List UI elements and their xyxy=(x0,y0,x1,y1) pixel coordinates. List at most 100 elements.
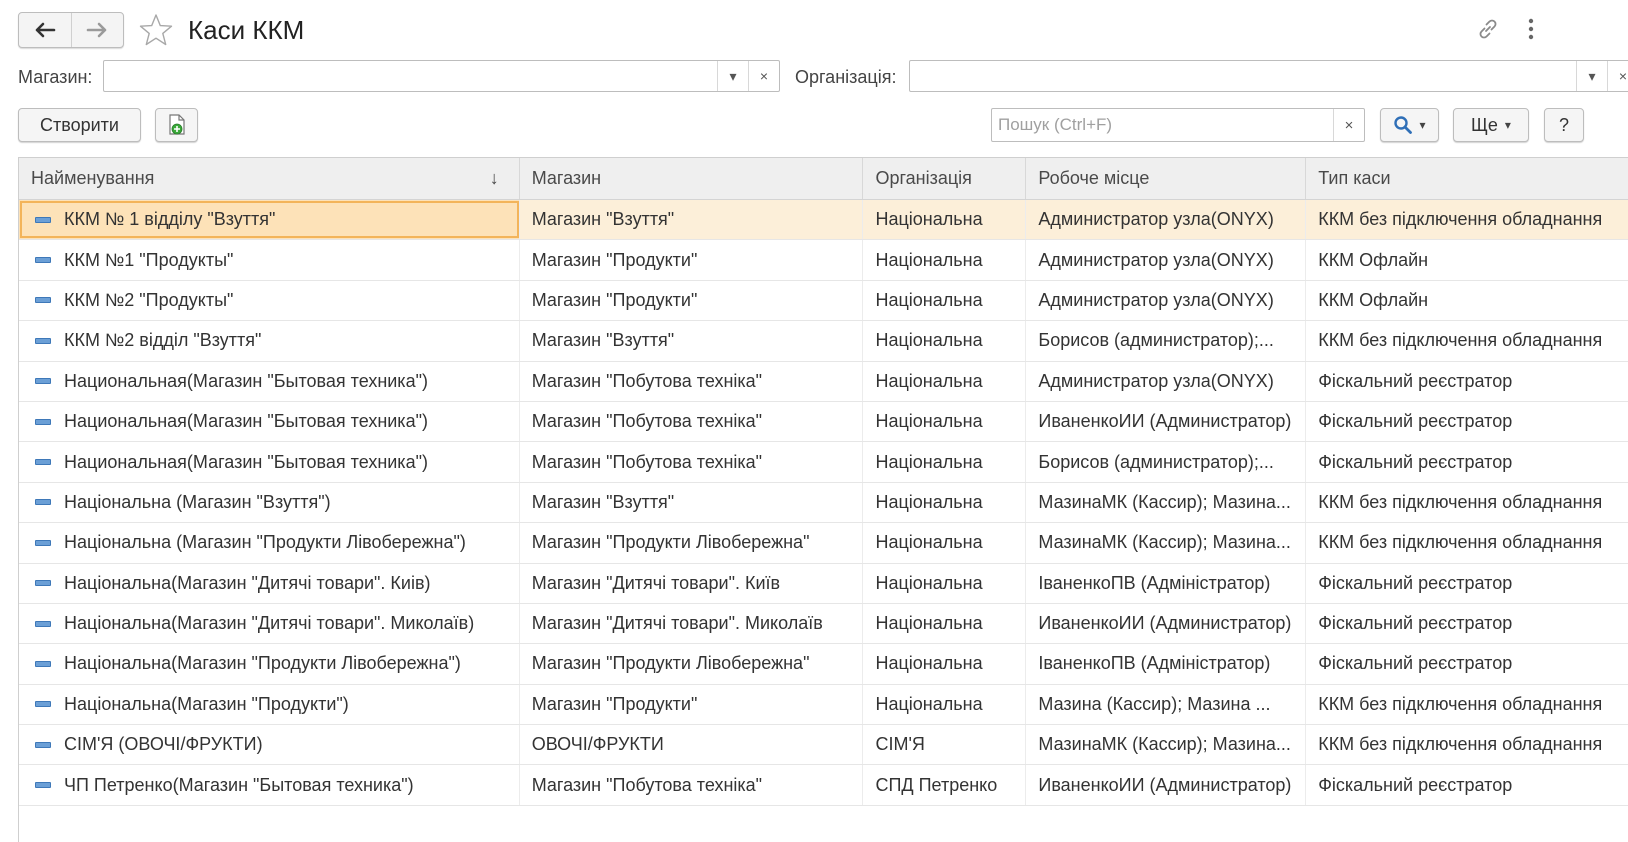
store-clear-button[interactable]: × xyxy=(748,61,779,91)
org-dropdown-button[interactable]: ▾ xyxy=(1576,61,1607,91)
cell-organization[interactable]: Національна xyxy=(863,563,1027,603)
cell-organization[interactable]: СІМ'Я xyxy=(863,725,1027,765)
table-row[interactable]: Національна(Магазин "Дитячі товари". Киі… xyxy=(19,563,1628,604)
table-row[interactable]: Національна(Магазин "Дитячі товари". Мик… xyxy=(19,603,1628,645)
cell-name[interactable]: Національна(Магазин "Дитячі товари". Киі… xyxy=(19,563,520,603)
table-row[interactable]: ККМ №2 відділ "Взуття" Магазин "Взуття" На… xyxy=(19,321,1628,362)
back-button[interactable] xyxy=(19,13,71,47)
cell-register-type[interactable]: Фіскальний реєстратор xyxy=(1306,442,1628,481)
cell-store[interactable]: Магазин "Продукти" xyxy=(520,684,864,725)
table-row[interactable]: ККМ №2 "Продукты" Магазин "Продукти" Націо… xyxy=(19,280,1628,322)
store-dropdown-button[interactable]: ▾ xyxy=(717,61,748,91)
table-row[interactable]: СІМ'Я (ОВОЧІ/ФРУКТИ) ОВОЧІ/ФРУКТИ СІМ'Я Маз… xyxy=(19,725,1628,766)
table-row[interactable]: ККМ № 1 відділу "Взуття" Магазин "Взуття"… xyxy=(19,200,1628,241)
cell-store[interactable]: Магазин "Побутова техніка" xyxy=(520,765,864,805)
cell-organization[interactable]: Національна xyxy=(863,523,1027,563)
cell-register-type[interactable]: ККМ без підключення обладнання xyxy=(1306,200,1628,239)
favorite-button[interactable] xyxy=(138,12,174,48)
search-input[interactable] xyxy=(992,109,1333,141)
cell-store[interactable]: Магазин "Продукти" xyxy=(520,240,864,280)
cell-organization[interactable]: Національна xyxy=(863,361,1027,401)
cell-organization[interactable]: Національна xyxy=(863,603,1027,644)
table-row[interactable]: ККМ №1 "Продукты" Магазин "Продукти" Націо… xyxy=(19,240,1628,281)
cell-name[interactable]: ККМ №2 відділ "Взуття" xyxy=(19,321,520,361)
cell-name[interactable]: ККМ №2 "Продукты" xyxy=(19,280,520,321)
help-button[interactable]: ? xyxy=(1544,108,1584,142)
cell-organization[interactable]: Національна xyxy=(863,240,1027,280)
cell-name[interactable]: Національна(Магазин "Продукти") xyxy=(19,684,520,725)
cell-workplace[interactable]: МазинаМК (Кассир); Мазина... xyxy=(1026,725,1307,765)
cell-name[interactable]: Национальная(Магазин "Бытовая техника") xyxy=(19,442,520,482)
cell-workplace[interactable]: ИваненкоИИ (Администратор) xyxy=(1026,603,1307,644)
column-header-workplace[interactable]: Робоче місце xyxy=(1026,158,1307,199)
table-row[interactable]: Национальная(Магазин "Бытовая техника") М… xyxy=(19,442,1628,483)
cell-store[interactable]: Магазин "Продукти Лівобережна" xyxy=(520,644,864,684)
table-row[interactable]: Національна (Магазин "Продукти Лівобереж… xyxy=(19,523,1628,564)
cell-name[interactable]: Национальная(Магазин "Бытовая техника") xyxy=(19,401,520,442)
cell-organization[interactable]: Національна xyxy=(863,684,1027,725)
org-filter-input[interactable] xyxy=(910,61,1576,91)
cell-workplace[interactable]: МазинаМК (Кассир); Мазина... xyxy=(1026,523,1307,563)
cell-workplace[interactable]: ИваненкоИИ (Администратор) xyxy=(1026,401,1307,442)
cell-register-type[interactable]: ККМ без підключення обладнання xyxy=(1306,483,1628,522)
cell-store[interactable]: Магазин "Взуття" xyxy=(520,200,864,240)
cell-workplace[interactable]: Администратор узла(ONYX) xyxy=(1026,200,1307,240)
cell-workplace[interactable]: Борисов (администратор);... xyxy=(1026,321,1307,361)
cell-store[interactable]: Магазин "Взуття" xyxy=(520,321,864,361)
cell-workplace[interactable]: Администратор узла(ONYX) xyxy=(1026,240,1307,280)
cell-workplace[interactable]: ІваненкоПВ (Адміністратор) xyxy=(1026,644,1307,684)
cell-register-type[interactable]: Фіскальний реєстратор xyxy=(1306,362,1628,401)
cell-workplace[interactable]: Мазина (Кассир); Мазина ... xyxy=(1026,684,1307,725)
table-row[interactable]: Национальная(Магазин "Бытовая техника") М… xyxy=(19,361,1628,402)
cell-register-type[interactable]: ККМ Офлайн xyxy=(1306,281,1628,320)
forward-button[interactable] xyxy=(70,13,124,47)
search-options-button[interactable]: ▾ xyxy=(1380,108,1439,142)
table-row[interactable]: Національна(Магазин "Продукти") Магазин "… xyxy=(19,684,1628,726)
column-header-organization[interactable]: Організація xyxy=(863,158,1027,199)
cell-store[interactable]: Магазин "Побутова техніка" xyxy=(520,442,864,482)
cell-register-type[interactable]: ККМ без підключення обладнання xyxy=(1306,725,1628,764)
cell-register-type[interactable]: ККМ без підключення обладнання xyxy=(1306,321,1628,360)
table-row[interactable]: ЧП Петренко(Магазин "Бытовая техника") Ма… xyxy=(19,765,1628,806)
org-clear-button[interactable]: × xyxy=(1607,61,1628,91)
cell-workplace[interactable]: ИваненкоИИ (Администратор) xyxy=(1026,765,1307,805)
cell-organization[interactable]: Національна xyxy=(863,442,1027,482)
cell-workplace[interactable]: Борисов (администратор);... xyxy=(1026,442,1307,482)
cell-register-type[interactable]: Фіскальний реєстратор xyxy=(1306,402,1628,441)
cell-store[interactable]: Магазин "Побутова техніка" xyxy=(520,361,864,401)
cell-workplace[interactable]: Администратор узла(ONYX) xyxy=(1026,361,1307,401)
cell-name[interactable]: ККМ №1 "Продукты" xyxy=(19,240,520,280)
cell-organization[interactable]: Національна xyxy=(863,644,1027,684)
table-row[interactable]: Национальная(Магазин "Бытовая техника") М… xyxy=(19,401,1628,443)
cell-register-type[interactable]: ККМ Офлайн xyxy=(1306,240,1628,279)
store-filter-input[interactable] xyxy=(104,61,717,91)
cell-store[interactable]: Магазин "Дитячі товари". Миколаїв xyxy=(520,603,864,644)
cell-organization[interactable]: Національна xyxy=(863,401,1027,442)
cell-organization[interactable]: Національна xyxy=(863,280,1027,321)
cell-organization[interactable]: Національна xyxy=(863,321,1027,361)
table-row[interactable]: Національна(Магазин "Продукти Лівобережн… xyxy=(19,644,1628,685)
cell-name[interactable]: Національна(Магазин "Продукти Лівобережн… xyxy=(19,644,520,684)
cell-organization[interactable]: Національна xyxy=(863,482,1027,523)
column-header-register-type[interactable]: Тип каси xyxy=(1306,158,1628,199)
cell-store[interactable]: Магазин "Взуття" xyxy=(520,482,864,523)
column-header-store[interactable]: Магазин xyxy=(520,158,864,199)
create-button[interactable]: Створити xyxy=(18,108,141,142)
column-header-name[interactable]: Найменування ↓ xyxy=(19,158,520,199)
cell-name[interactable]: Національна(Магазин "Дитячі товари". Мик… xyxy=(19,603,520,644)
cell-register-type[interactable]: ККМ без підключення обладнання xyxy=(1306,523,1628,562)
cell-name[interactable]: СІМ'Я (ОВОЧІ/ФРУКТИ) xyxy=(19,725,520,765)
cell-register-type[interactable]: Фіскальний реєстратор xyxy=(1306,644,1628,683)
cell-store[interactable]: Магазин "Дитячі товари". Київ xyxy=(520,563,864,603)
cell-store[interactable]: ОВОЧІ/ФРУКТИ xyxy=(520,725,864,765)
cell-organization[interactable]: Національна xyxy=(863,200,1027,240)
cell-store[interactable]: Магазин "Продукти" xyxy=(520,280,864,321)
search-clear-button[interactable]: × xyxy=(1333,109,1364,141)
cell-organization[interactable]: СПД Петренко xyxy=(863,765,1027,805)
cell-name[interactable]: ЧП Петренко(Магазин "Бытовая техника") xyxy=(19,765,520,805)
table-row[interactable]: Національна (Магазин "Взуття") Магазин "В… xyxy=(19,482,1628,524)
cell-workplace[interactable]: МазинаМК (Кассир); Мазина... xyxy=(1026,482,1307,523)
cell-name[interactable]: Національна (Магазин "Продукти Лівобереж… xyxy=(19,523,520,563)
cell-workplace[interactable]: Администратор узла(ONYX) xyxy=(1026,280,1307,321)
cell-register-type[interactable]: Фіскальний реєстратор xyxy=(1306,564,1628,603)
